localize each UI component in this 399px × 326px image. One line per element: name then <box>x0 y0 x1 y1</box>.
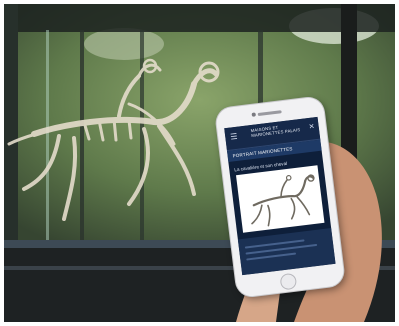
horse-skeleton-thumbnail <box>251 174 315 227</box>
speaker-grille <box>257 110 282 117</box>
info-panel <box>237 227 336 276</box>
home-button[interactable] <box>279 272 298 291</box>
close-icon[interactable]: ✕ <box>308 122 315 131</box>
app-brand: MAISONS ET MARIONETTES PALAIS <box>250 124 301 139</box>
text-line <box>246 252 297 261</box>
photo: ☰ MAISONS ET MARIONETTES PALAIS ✕ PORTRA… <box>4 4 395 322</box>
phone-screen: ☰ MAISONS ET MARIONETTES PALAIS ✕ PORTRA… <box>224 116 336 276</box>
front-camera <box>251 112 256 117</box>
artwork-image[interactable] <box>236 165 325 233</box>
smartphone: ☰ MAISONS ET MARIONETTES PALAIS ✕ PORTRA… <box>214 96 346 298</box>
menu-icon[interactable]: ☰ <box>230 132 238 142</box>
